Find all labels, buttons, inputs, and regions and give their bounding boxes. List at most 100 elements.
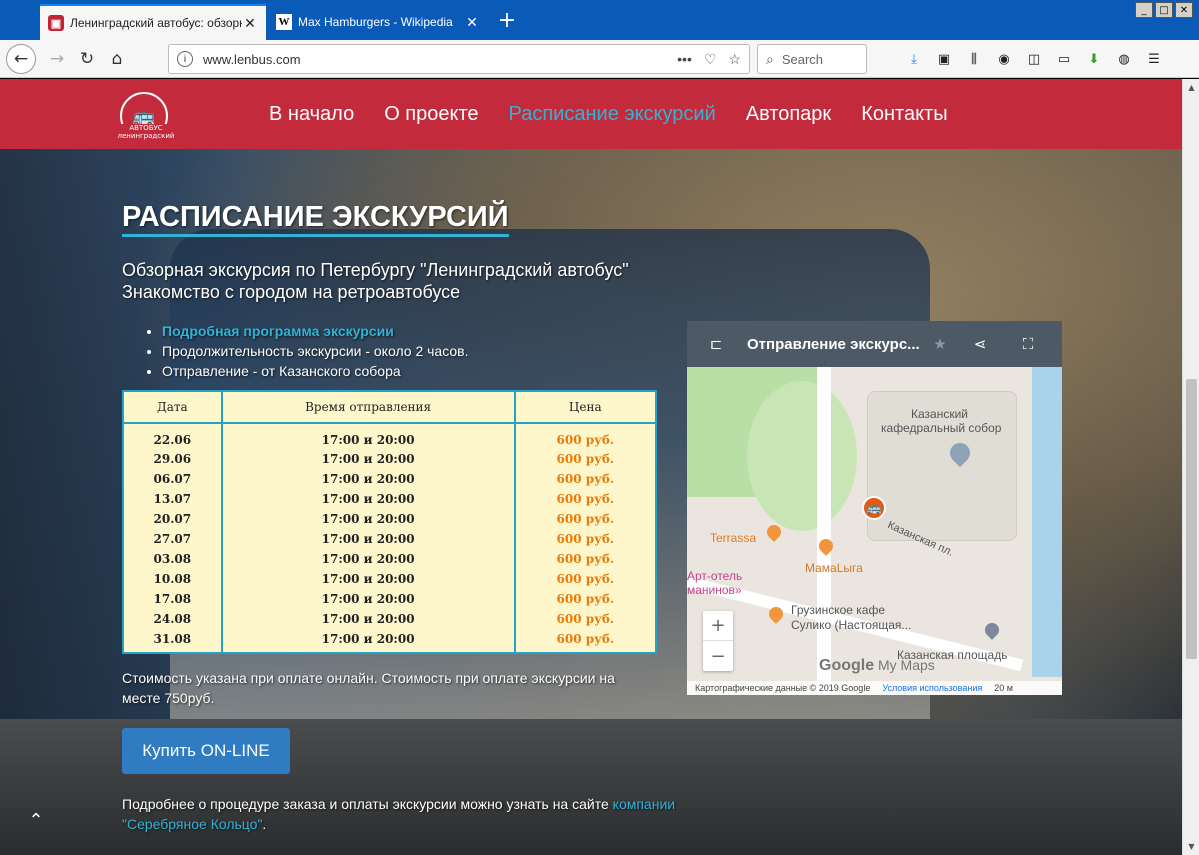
cell-price: 600 руб. [513, 549, 658, 569]
window-controls: _ □ ✕ [1135, 2, 1193, 18]
cell-time: 17:00 и 20:00 [220, 509, 516, 529]
list-item: Отправление - от Казанского собора [162, 361, 468, 381]
search-input[interactable]: ⌕ Search [757, 44, 867, 74]
fullscreen-icon[interactable]: ⛶ [1017, 333, 1039, 355]
page-scrollbar[interactable]: ▲ ▼ [1182, 79, 1199, 855]
reload-button[interactable]: ↻ [74, 46, 100, 72]
cell-date: 13.07 [122, 489, 223, 509]
zoom-out-button[interactable]: − [703, 641, 733, 671]
wikipedia-icon: W [276, 14, 292, 30]
bus-stop-pin-icon[interactable]: 🚌 [862, 496, 886, 520]
star-icon[interactable]: ★ [929, 333, 951, 355]
forward-button[interactable]: → [44, 46, 70, 72]
scroll-to-top-button[interactable]: ⌃ [20, 805, 52, 835]
embedded-map[interactable]: ⊏ Отправление экскурс... ★ ⋖ ⛶ Казанский… [687, 321, 1062, 695]
cell-time: 17:00 и 20:00 [220, 469, 516, 489]
table-row: 17.08 17:00 и 20:00 600 руб. [122, 589, 658, 609]
table-row: 13.07 17:00 и 20:00 600 руб. [122, 489, 658, 509]
reader-icon[interactable]: ▭ [1054, 48, 1074, 70]
site-header: 🚌 АВТОБУС ленинградский В начало О проек… [0, 79, 1182, 149]
bookmark-star-icon[interactable]: ☆ [728, 51, 741, 68]
cell-time: 17:00 и 20:00 [220, 449, 516, 469]
info-icon[interactable]: i [177, 51, 193, 67]
header-time: Время отправления [220, 390, 516, 424]
menu-icon[interactable]: ☰ [1144, 48, 1164, 70]
table-row: 10.08 17:00 и 20:00 600 руб. [122, 569, 658, 589]
map-label: Сулико (Настоящая... [791, 618, 912, 632]
cell-date: 29.06 [122, 449, 223, 469]
schedule-body: 22.06 17:00 и 20:00 600 руб. 29.06 17:00 и 2… [122, 423, 658, 654]
new-tab-button[interactable]: + [494, 8, 520, 33]
avatar-icon[interactable]: ◍ [1114, 48, 1134, 70]
minimize-icon[interactable]: _ [1135, 2, 1153, 18]
menu-item-home[interactable]: В начало [269, 103, 354, 126]
cell-price: 600 руб. [513, 589, 658, 609]
map-attribution: Картографические данные © 2019 Google Ус… [687, 681, 1062, 695]
menu-item-about[interactable]: О проекте [384, 103, 478, 126]
page-actions-icon[interactable]: ••• [677, 51, 692, 68]
program-link[interactable]: Подробная программа экскурсии [162, 323, 394, 339]
extension-icon[interactable]: ▣ [934, 48, 954, 70]
close-window-icon[interactable]: ✕ [1175, 2, 1193, 18]
home-button[interactable]: ⌂ [104, 46, 130, 72]
tab-lenbus[interactable]: ▣ Ленинградский автобус: обзорн ✕ [40, 4, 266, 40]
cell-time: 17:00 и 20:00 [220, 529, 516, 549]
buy-online-button[interactable]: Купить ON-LINE [122, 728, 290, 774]
menu-item-fleet[interactable]: Автопарк [746, 103, 831, 126]
menu-item-contacts[interactable]: Контакты [861, 103, 947, 126]
back-button[interactable]: ← [6, 44, 36, 74]
map-label: Казанский [911, 407, 968, 421]
scrollbar-thumb[interactable] [1186, 379, 1197, 659]
place-pin-icon [982, 620, 1002, 640]
table-header-row: Дата Время отправления Цена [122, 390, 658, 424]
table-row: 27.07 17:00 и 20:00 600 руб. [122, 529, 658, 549]
cell-time: 17:00 и 20:00 [220, 423, 516, 449]
page-viewport: 🚌 АВТОБУС ленинградский В начало О проек… [0, 79, 1182, 855]
cell-time: 17:00 и 20:00 [220, 569, 516, 589]
close-icon[interactable]: ✕ [464, 14, 480, 31]
cell-price: 600 руб. [513, 609, 658, 629]
scroll-up-icon[interactable]: ▲ [1183, 79, 1199, 96]
scroll-down-icon[interactable]: ▼ [1183, 838, 1199, 855]
map-sidebar-icon[interactable]: ⊏ [705, 333, 727, 355]
pocket-icon[interactable]: ♡ [704, 51, 717, 68]
sidebar-icon[interactable]: ◫ [1024, 48, 1044, 70]
download-icon[interactable]: ⤓ [904, 48, 924, 70]
cell-date: 03.08 [122, 549, 223, 569]
main-menu: В начало О проекте Расписание экскурсий … [269, 103, 948, 126]
header-price: Цена [513, 390, 658, 424]
cell-date: 06.07 [122, 469, 223, 489]
table-row: 29.06 17:00 и 20:00 600 руб. [122, 449, 658, 469]
cell-time: 17:00 и 20:00 [220, 629, 516, 654]
zoom-in-button[interactable]: + [703, 611, 733, 641]
map-label: Terrassa [710, 531, 757, 545]
tab-wikipedia[interactable]: W Max Hamburgers - Wikipedia ✕ [268, 4, 488, 40]
maximize-icon[interactable]: □ [1155, 2, 1173, 18]
table-row: 22.06 17:00 и 20:00 600 руб. [122, 423, 658, 449]
cell-price: 600 руб. [513, 423, 658, 449]
cell-date: 17.08 [122, 589, 223, 609]
cell-price: 600 руб. [513, 529, 658, 549]
terms-link[interactable]: Условия использования [882, 683, 982, 693]
cell-time: 17:00 и 20:00 [220, 549, 516, 569]
menu-item-schedule[interactable]: Расписание экскурсий [509, 103, 716, 126]
cell-price: 600 руб. [513, 569, 658, 589]
cell-price: 600 руб. [513, 449, 658, 469]
addon-icon[interactable]: ⬇ [1084, 48, 1104, 70]
table-row: 03.08 17:00 и 20:00 600 руб. [122, 549, 658, 569]
map-label: Арт-отель [687, 569, 743, 583]
tab-strip: ▣ Ленинградский автобус: обзорн ✕ W Max … [0, 0, 1199, 40]
site-logo[interactable]: 🚌 АВТОБУС ленинградский [116, 92, 176, 140]
library-icon[interactable]: ⫼ [964, 48, 984, 70]
bus-icon: ▣ [48, 15, 64, 31]
share-icon[interactable]: ⋖ [969, 333, 991, 355]
map-label: кафедральный собор [881, 421, 1002, 435]
chat-extension-icon[interactable]: ◉ [994, 48, 1014, 70]
map-label: Грузинское кафе [791, 603, 885, 617]
cell-date: 22.06 [122, 423, 223, 449]
close-icon[interactable]: ✕ [242, 15, 258, 32]
url-bar[interactable]: i www.lenbus.com ••• ♡ ☆ [168, 44, 750, 74]
url-text[interactable]: www.lenbus.com [203, 52, 677, 67]
cell-date: 20.07 [122, 509, 223, 529]
cell-time: 17:00 и 20:00 [220, 489, 516, 509]
